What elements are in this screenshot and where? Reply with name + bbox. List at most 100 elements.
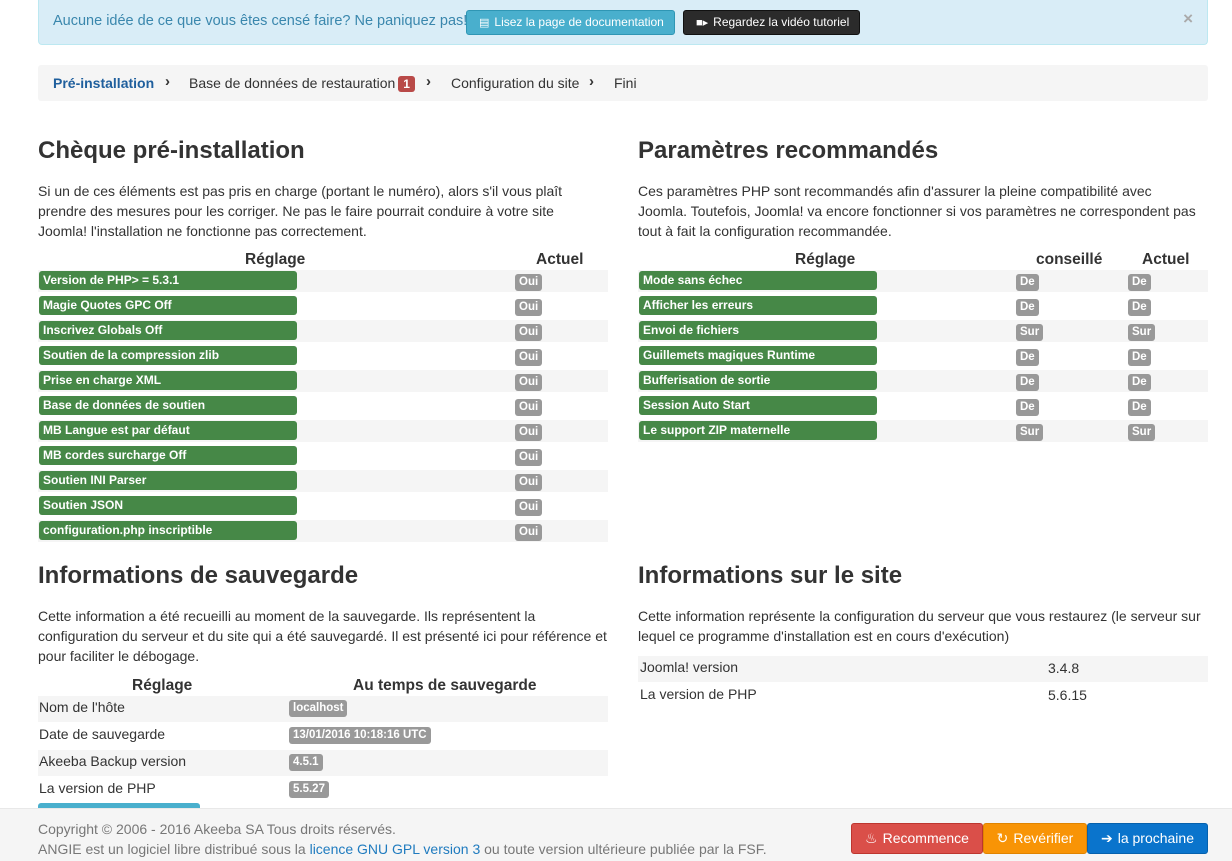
book-icon: ▤	[479, 17, 490, 29]
backup-col-backup-time: Au temps de sauvegarde	[353, 677, 537, 694]
documentation-button[interactable]: ▤ Lisez la page de documentation	[466, 10, 675, 35]
advised-badge: De	[1016, 274, 1039, 291]
recheck-button-label: Revérifier	[1013, 830, 1074, 846]
recommended-col-setting: Réglage	[795, 251, 856, 268]
setting-label: Soutien JSON	[39, 496, 297, 515]
video-tutorial-button-label: Regardez la vidéo tutoriel	[713, 15, 850, 29]
precheck-col-current: Actuel	[536, 251, 584, 268]
status-badge: Oui	[515, 499, 543, 516]
breadcrumb-step-preinstall[interactable]: Pré-installation	[53, 75, 154, 91]
breadcrumb-step-label: Base de données de restauration	[189, 75, 396, 91]
site-title: Informations sur le site	[638, 562, 903, 589]
breadcrumb-step-finish[interactable]: Fini	[614, 75, 637, 91]
value-badge: localhost	[289, 700, 348, 717]
table-row: Magie Quotes GPC Off Oui	[38, 295, 608, 317]
backup-col-setting: Réglage	[132, 677, 193, 694]
refresh-icon: ↻	[996, 830, 1009, 846]
recheck-button[interactable]: ↻ Revérifier	[983, 823, 1087, 854]
setting-label: La version de PHP	[640, 686, 757, 702]
video-tutorial-button[interactable]: ■▸ Regardez la vidéo tutoriel	[683, 10, 861, 35]
next-button[interactable]: ➔ la prochaine	[1087, 823, 1208, 854]
documentation-button-label: Lisez la page de documentation	[494, 15, 664, 29]
table-row: Joomla! version 3.4.8	[638, 656, 1208, 682]
table-row: Mode sans échec De De	[638, 270, 1208, 292]
setting-label: configuration.php inscriptible	[39, 521, 297, 540]
setting-label: MB cordes surcharge Off	[39, 446, 297, 465]
status-badge: Oui	[515, 349, 543, 366]
status-badge: Oui	[515, 399, 543, 416]
breadcrumb-step-restore-db[interactable]: Base de données de restauration 1	[189, 75, 415, 92]
value-badge: 13/01/2016 10:18:16 UTC	[289, 727, 431, 744]
table-row: configuration.php inscriptible Oui	[38, 520, 608, 542]
setting-label: Afficher les erreurs	[639, 296, 877, 315]
license-suffix: ou toute version ultérieure publiée par …	[480, 841, 767, 857]
footer: Copyright © 2006 - 2016 Akeeba SA Tous d…	[0, 808, 1232, 861]
setting-label: Prise en charge XML	[39, 371, 297, 390]
table-row: Le support ZIP maternelle Sur Sur	[638, 420, 1208, 442]
breadcrumb-step-site-setup[interactable]: Configuration du site	[451, 75, 579, 91]
help-alert-text: Aucune idée de ce que vous êtes censé fa…	[53, 13, 468, 29]
table-row: La version de PHP 5.6.15	[638, 683, 1208, 709]
setting-label: Bufferisation de sortie	[639, 371, 877, 390]
breadcrumb: Pré-installation › Base de données de re…	[38, 65, 1208, 101]
table-row: Afficher les erreurs De De	[638, 295, 1208, 317]
advised-badge: Sur	[1016, 424, 1044, 441]
table-row: La version de PHP 5.5.27	[38, 777, 608, 803]
advised-badge: De	[1016, 399, 1039, 416]
help-alert: Aucune idée de ce que vous êtes censé fa…	[38, 0, 1208, 45]
setting-value: 5.6.15	[1048, 687, 1087, 703]
recommended-title: Paramètres recommandés	[638, 137, 939, 164]
restart-button-label: Recommence	[882, 830, 969, 846]
value-badge: 5.5.27	[289, 781, 329, 798]
current-badge: De	[1128, 349, 1151, 366]
setting-label: Mode sans échec	[639, 271, 877, 290]
status-badge: Oui	[515, 374, 543, 391]
step-warning-badge: 1	[398, 76, 415, 92]
setting-label: Session Auto Start	[639, 396, 877, 415]
advised-badge: Sur	[1016, 324, 1044, 341]
precheck-description: Si un de ces éléments est pas pris en ch…	[38, 183, 563, 239]
value-badge: 4.5.1	[289, 754, 323, 771]
recommended-description: Ces paramètres PHP sont recommandés afin…	[638, 183, 1196, 239]
setting-label: Joomla! version	[640, 659, 739, 675]
advised-badge: De	[1016, 374, 1039, 391]
setting-label: Date de sauvegarde	[39, 726, 166, 742]
precheck-col-setting: Réglage	[245, 251, 306, 268]
status-badge: Oui	[515, 524, 543, 541]
status-badge: Oui	[515, 274, 543, 291]
table-row: Date de sauvegarde 13/01/2016 10:18:16 UT…	[38, 723, 608, 749]
table-row: Session Auto Start De De	[638, 395, 1208, 417]
gpl-license-link[interactable]: licence GNU GPL version 3	[310, 841, 481, 857]
table-row: MB cordes surcharge Off Oui	[38, 445, 608, 467]
current-badge: De	[1128, 399, 1151, 416]
close-icon[interactable]: ×	[1183, 9, 1193, 29]
current-badge: De	[1128, 299, 1151, 316]
restart-button[interactable]: ♨ Recommence	[851, 823, 983, 854]
current-badge: Sur	[1128, 424, 1156, 441]
table-row: Prise en charge XML Oui	[38, 370, 608, 392]
setting-label: Guillemets magiques Runtime	[639, 346, 877, 365]
chevron-right-icon: ›	[589, 73, 594, 90]
status-badge: Oui	[515, 449, 543, 466]
current-badge: De	[1128, 374, 1151, 391]
table-row: Soutien INI Parser Oui	[38, 470, 608, 492]
status-badge: Oui	[515, 324, 543, 341]
current-badge: De	[1128, 274, 1151, 291]
precheck-title: Chèque pré-installation	[38, 137, 305, 164]
status-badge: Oui	[515, 474, 543, 491]
table-row: Soutien JSON Oui	[38, 495, 608, 517]
video-camera-icon: ■▸	[696, 17, 709, 29]
setting-label: Le support ZIP maternelle	[639, 421, 877, 440]
current-badge: Sur	[1128, 324, 1156, 341]
setting-label: Magie Quotes GPC Off	[39, 296, 297, 315]
table-row: Envoi de fichiers Sur Sur	[638, 320, 1208, 342]
arrow-right-icon: ➔	[1100, 830, 1113, 846]
backup-description: Cette information a été recueilli au mom…	[38, 608, 607, 664]
next-button-label: la prochaine	[1117, 830, 1194, 846]
setting-label: Soutien INI Parser	[39, 471, 297, 490]
setting-label: Base de données de soutien	[39, 396, 297, 415]
status-badge: Oui	[515, 299, 543, 316]
backup-title: Informations de sauvegarde	[38, 562, 359, 589]
setting-label: MB Langue est par défaut	[39, 421, 297, 440]
chevron-right-icon: ›	[426, 73, 431, 90]
